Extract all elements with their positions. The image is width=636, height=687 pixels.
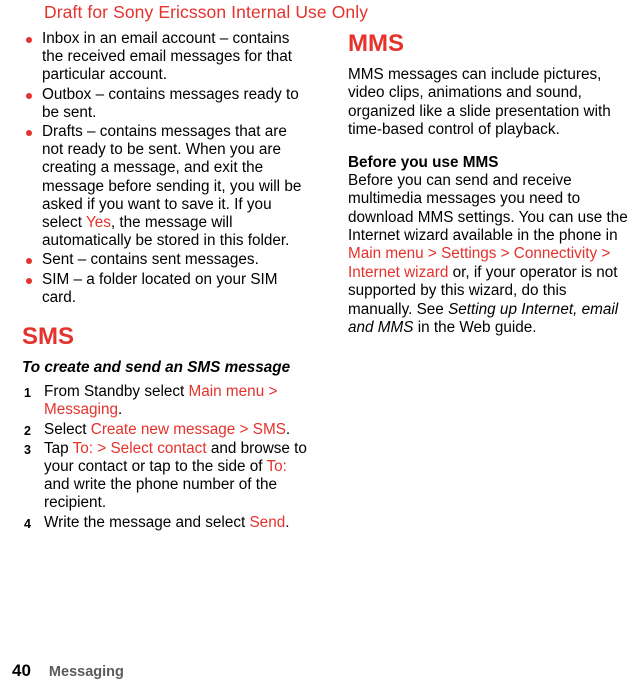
list-item: From Standby select Main menu > Messagin… <box>22 383 312 419</box>
ui-path-text: To: <box>266 458 287 476</box>
text-run: . <box>117 401 123 419</box>
before-you-use-mms-heading: Before you use MMS <box>348 153 499 171</box>
text-run: and write the phone number of the recipi… <box>44 476 278 512</box>
sms-subheading: To create and send an SMS message <box>22 359 291 377</box>
mms-intro-paragraph: MMS messages can include pictures, video… <box>348 66 611 139</box>
footer-chapter-name: Messaging <box>48 664 124 680</box>
text-run: Select <box>44 420 91 438</box>
text-run: SIM – a folder located on your SIM card. <box>42 270 278 306</box>
sms-steps-list: From Standby select Main menu > Messagin… <box>22 383 312 533</box>
list-item: Sent – contains sent messages. <box>22 251 312 269</box>
list-item: Write the message and select Send. <box>22 513 312 533</box>
text-run: . <box>285 513 290 531</box>
text-run: Inbox in an email account – contains the… <box>42 30 292 84</box>
right-column: MMS MMS messages can include pictures, v… <box>348 30 628 337</box>
text-run: Write the message and select <box>44 513 250 531</box>
footer-page-number: 40 <box>12 661 31 680</box>
list-item: Outbox – contains messages ready to be s… <box>22 86 312 122</box>
mms-section-heading: MMS <box>348 30 404 57</box>
ui-path-text: Yes <box>85 214 111 232</box>
list-item: Tap To: > Select contact and browse to y… <box>22 440 312 513</box>
ui-path-text: Send <box>249 513 286 531</box>
text-run: in the Web guide. <box>413 319 537 337</box>
text-run: . <box>285 420 291 438</box>
list-item: Inbox in an email account – contains the… <box>22 30 312 85</box>
draft-notice: Draft for Sony Ericsson Internal Use Onl… <box>44 2 369 22</box>
text-run: From Standby select <box>44 383 189 401</box>
text-run: Sent – contains sent messages. <box>42 251 259 269</box>
folder-bullet-list: Inbox in an email account – contains the… <box>22 30 312 307</box>
list-item: Select Create new message > SMS. <box>22 420 312 440</box>
list-item: SIM – a folder located on your SIM card. <box>22 271 312 307</box>
text-run: Tap <box>44 439 73 457</box>
text-run: Before you can send and receive multimed… <box>348 171 628 245</box>
page-footer: 40 Messaging <box>12 661 124 681</box>
ui-path-text: To: > Select contact <box>72 439 207 457</box>
page-root: Draft for Sony Ericsson Internal Use Onl… <box>0 0 636 687</box>
list-item: Drafts – contains messages that are not … <box>22 123 312 250</box>
left-column: Inbox in an email account – contains the… <box>22 30 312 533</box>
ui-path-text: Create new message > SMS <box>90 420 286 438</box>
sms-section-heading: SMS <box>22 323 75 351</box>
text-run: Outbox – contains messages ready to be s… <box>42 85 299 121</box>
before-you-use-mms-paragraph: Before you can send and receive multimed… <box>348 172 628 338</box>
